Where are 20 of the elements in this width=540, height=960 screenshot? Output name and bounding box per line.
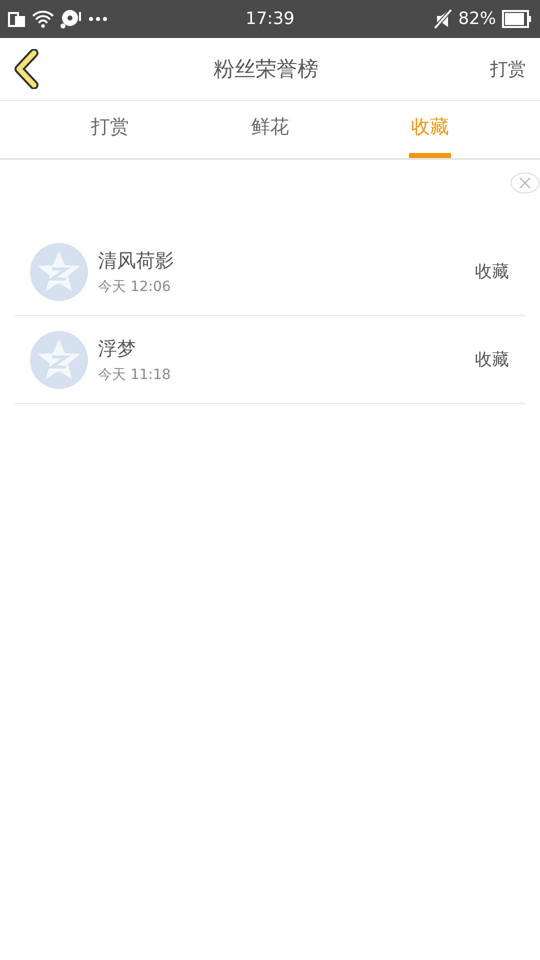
battery-icon bbox=[502, 10, 532, 28]
user-name: 清风荷影 bbox=[98, 248, 174, 274]
gift-type: 收藏 bbox=[475, 349, 509, 371]
user-name: 浮梦 bbox=[98, 336, 136, 362]
gift-type: 收藏 bbox=[475, 261, 509, 283]
timestamp: 今天 11:18 bbox=[98, 366, 171, 384]
tab[interactable]: 打赏 bbox=[89, 101, 131, 158]
sim-icon bbox=[8, 10, 26, 28]
more-icon bbox=[88, 16, 108, 22]
clock: 17:39 bbox=[244, 9, 296, 29]
timestamp: 今天 12:06 bbox=[98, 278, 171, 296]
reward-button[interactable]: 打赏 bbox=[490, 57, 526, 81]
wifi-icon bbox=[32, 10, 54, 28]
battery-percent: 82% bbox=[458, 9, 496, 29]
tab[interactable]: 鲜花 bbox=[249, 101, 291, 158]
avatar-icon bbox=[30, 330, 88, 388]
page-title: 粉丝荣誉榜 bbox=[212, 56, 320, 83]
disc-icon bbox=[60, 9, 82, 29]
mute-icon bbox=[434, 9, 452, 29]
avatar-icon bbox=[30, 242, 88, 300]
